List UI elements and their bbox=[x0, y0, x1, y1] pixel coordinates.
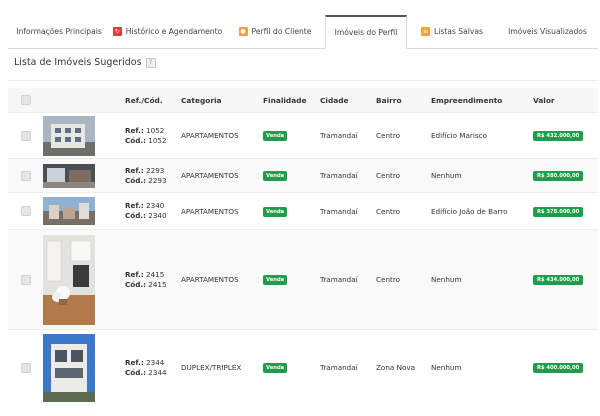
tab-label: Informações Principais bbox=[16, 27, 102, 36]
property-photo[interactable] bbox=[43, 163, 95, 188]
cidade-cell: Tramandaí bbox=[320, 206, 358, 216]
history-icon: ↻ bbox=[112, 27, 122, 36]
property-photo[interactable] bbox=[43, 234, 95, 325]
ref-value: 2340 bbox=[146, 201, 165, 210]
list-icon: ≡ bbox=[421, 27, 430, 36]
cod-label: Cód.: bbox=[125, 175, 146, 185]
cod-label: Cód.: bbox=[125, 135, 146, 145]
bairro-cell: Centro bbox=[376, 131, 401, 140]
cidade-cell: Tramandaí bbox=[320, 171, 358, 180]
ref-label: Ref.: bbox=[125, 165, 144, 175]
row-checkbox[interactable] bbox=[20, 170, 31, 181]
header-cidade: Cidade bbox=[320, 95, 349, 105]
bairro-cell: Centro bbox=[376, 206, 401, 216]
header-bairro: Bairro bbox=[376, 95, 402, 105]
empreendimento-cell: Nenhum bbox=[431, 171, 462, 180]
empreendimento-cell: Nenhum bbox=[431, 275, 462, 284]
tab-label: Imóveis do Perfil bbox=[334, 28, 398, 37]
categoria-cell: DUPLEX/TRIPLEX bbox=[181, 363, 242, 372]
cod-label: Cód.: bbox=[125, 367, 146, 377]
ref-label: Ref.: bbox=[125, 269, 144, 279]
bairro-cell: Centro bbox=[376, 275, 401, 284]
tab-historico-agendamento[interactable]: ↻ Histórico e Agendamento bbox=[110, 15, 225, 48]
tab-label: Listas Salvas bbox=[434, 27, 483, 36]
empreendimento-cell: Nenhum bbox=[431, 363, 462, 372]
cod-value: 1052 bbox=[148, 135, 167, 145]
tab-label: Histórico e Agendamento bbox=[125, 27, 223, 36]
finalidade-badge: Venda bbox=[263, 275, 288, 285]
table-header: Ref./Cód. Categoria Finalidade Cidade Ba… bbox=[8, 88, 598, 112]
table-row[interactable]: Ref.: 2340 Cód.: 2340 APARTAMENTOS Venda… bbox=[8, 192, 598, 229]
price-badge: R$ 380.000,00 bbox=[533, 171, 584, 181]
ref-value: 1052 bbox=[146, 125, 165, 135]
categoria-cell: APARTAMENTOS bbox=[181, 171, 239, 180]
tab-imoveis-visualizados[interactable]: Imóveis Visualizados bbox=[497, 15, 598, 48]
cod-label: Cód.: bbox=[125, 279, 146, 289]
ref-label: Ref.: bbox=[125, 201, 144, 210]
select-all-checkbox[interactable] bbox=[20, 95, 31, 105]
header-categoria: Categoria bbox=[181, 95, 222, 105]
property-photo[interactable] bbox=[43, 333, 95, 402]
header-empreendimento: Empreendimento bbox=[431, 95, 503, 105]
tab-perfil-cliente[interactable]: ● Perfil do Cliente bbox=[225, 15, 325, 48]
table-row[interactable]: Ref.: 2293 Cód.: 2293 APARTAMENTOS Venda… bbox=[8, 158, 598, 192]
cidade-cell: Tramandaí bbox=[320, 363, 358, 372]
ref-label: Ref.: bbox=[125, 357, 144, 367]
top-strip bbox=[0, 0, 600, 15]
ref-value: 2293 bbox=[146, 165, 165, 175]
price-badge: R$ 400.000,00 bbox=[533, 363, 584, 373]
categoria-cell: APARTAMENTOS bbox=[181, 206, 239, 216]
divider bbox=[8, 80, 598, 81]
help-icon[interactable]: ? bbox=[145, 57, 156, 68]
ref-value: 2344 bbox=[146, 357, 165, 367]
finalidade-badge: Venda bbox=[263, 171, 288, 181]
property-photo[interactable] bbox=[43, 115, 95, 156]
table-row[interactable]: Ref.: 1052 Cód.: 1052 APARTAMENTOS Venda… bbox=[8, 112, 598, 158]
categoria-cell: APARTAMENTOS bbox=[181, 275, 239, 284]
price-badge: R$ 434.000,00 bbox=[533, 275, 584, 285]
row-checkbox[interactable] bbox=[20, 274, 31, 285]
price-badge: R$ 432.000,00 bbox=[533, 131, 584, 141]
cod-value: 2340 bbox=[148, 211, 167, 220]
cod-label: Cód.: bbox=[125, 211, 146, 220]
table-row[interactable]: Ref.: 2344 Cód.: 2344 DUPLEX/TRIPLEX Ven… bbox=[8, 329, 598, 405]
header-valor: Valor bbox=[533, 95, 555, 105]
bairro-cell: Zona Nova bbox=[376, 363, 415, 372]
price-badge: R$ 378.000,00 bbox=[533, 206, 584, 217]
finalidade-badge: Venda bbox=[263, 363, 288, 373]
row-checkbox[interactable] bbox=[20, 206, 31, 216]
property-table: Ref./Cód. Categoria Finalidade Cidade Ba… bbox=[8, 88, 598, 405]
bairro-cell: Centro bbox=[376, 171, 401, 180]
tab-listas-salvas[interactable]: ≡ Listas Salvas bbox=[407, 15, 497, 48]
header-finalidade: Finalidade bbox=[263, 95, 307, 105]
header-ref: Ref./Cód. bbox=[125, 95, 163, 105]
categoria-cell: APARTAMENTOS bbox=[181, 131, 239, 140]
cidade-cell: Tramandaí bbox=[320, 131, 358, 140]
cod-value: 2344 bbox=[148, 367, 167, 377]
ref-label: Ref.: bbox=[125, 125, 144, 135]
cod-value: 2293 bbox=[148, 175, 167, 185]
tab-imoveis-perfil[interactable]: Imóveis do Perfil bbox=[325, 15, 407, 49]
tab-label: Perfil do Cliente bbox=[251, 27, 312, 36]
tab-label: Imóveis Visualizados bbox=[508, 27, 587, 36]
cidade-cell: Tramandaí bbox=[320, 275, 358, 284]
table-row[interactable]: Ref.: 2415 Cód.: 2415 APARTAMENTOS Venda… bbox=[8, 229, 598, 329]
cod-value: 2415 bbox=[148, 279, 167, 289]
finalidade-badge: Venda bbox=[263, 131, 288, 141]
empreendimento-cell: Edifício Marisco bbox=[431, 131, 487, 140]
tab-bar: Informações Principais ↻ Histórico e Age… bbox=[8, 15, 598, 49]
user-icon: ● bbox=[238, 27, 248, 36]
finalidade-badge: Venda bbox=[263, 206, 288, 217]
row-checkbox[interactable] bbox=[20, 362, 31, 373]
ref-value: 2415 bbox=[146, 269, 165, 279]
property-photo[interactable] bbox=[43, 197, 95, 225]
section-title: Lista de Imóveis Sugeridos ? bbox=[14, 57, 156, 68]
row-checkbox[interactable] bbox=[20, 130, 31, 141]
tab-informacoes-principais[interactable]: Informações Principais bbox=[8, 15, 110, 48]
section-title-text: Lista de Imóveis Sugeridos bbox=[14, 57, 142, 68]
empreendimento-cell: Edifício João de Barro bbox=[431, 206, 508, 216]
